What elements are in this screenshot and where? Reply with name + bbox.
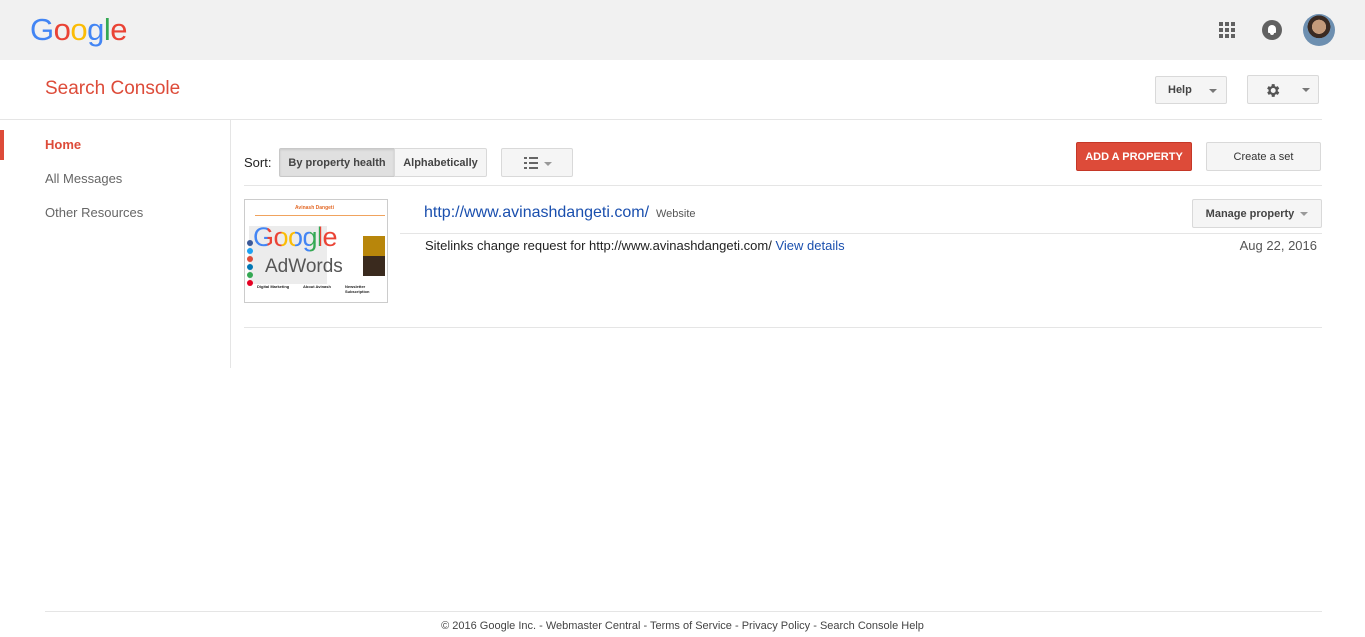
property-thumbnail[interactable]: Avinash Dangeti Google AdWords Digital M… bbox=[244, 199, 388, 303]
sidebar-item-home[interactable]: Home bbox=[45, 137, 81, 152]
notifications-bell-icon[interactable] bbox=[1262, 20, 1282, 40]
thumbnail-footer-item: Digital Marketing bbox=[257, 284, 290, 289]
thumbnail-google-text: Google bbox=[253, 222, 338, 252]
sidebar-item-all-messages[interactable]: All Messages bbox=[45, 171, 122, 186]
help-button[interactable]: Help bbox=[1155, 76, 1227, 104]
message-date: Aug 22, 2016 bbox=[1239, 238, 1317, 253]
logo-letter-g2: g bbox=[87, 12, 104, 47]
footer-copyright: © 2016 Google Inc. bbox=[441, 620, 537, 632]
thumbnail-footer-item: About Avinash bbox=[303, 284, 331, 289]
top-icons bbox=[1219, 14, 1335, 46]
toolbar-divider bbox=[244, 185, 1322, 186]
footer-link-help[interactable]: Search Console Help bbox=[820, 620, 924, 632]
active-indicator bbox=[0, 130, 4, 160]
sidebar-item-other-resources[interactable]: Other Resources bbox=[45, 205, 143, 220]
sort-label: Sort: bbox=[244, 155, 272, 170]
thumbnail-adwords-text: AdWords bbox=[265, 256, 343, 277]
chevron-down-icon bbox=[544, 162, 552, 166]
settings-button[interactable] bbox=[1247, 75, 1319, 104]
thumbnail-image-block-dark bbox=[363, 256, 385, 276]
footer-link-webmaster-central[interactable]: Webmaster Central bbox=[546, 620, 641, 632]
sort-by-health-button[interactable]: By property health bbox=[279, 148, 395, 177]
thumbnail-social-icons bbox=[247, 240, 254, 296]
thumbnail-footer-item: Newsletter Subscription bbox=[345, 284, 370, 294]
row-divider bbox=[400, 233, 1322, 234]
footer-separator: - bbox=[536, 620, 546, 632]
footer-divider bbox=[45, 611, 1322, 612]
google-logo[interactable]: Google bbox=[30, 12, 128, 48]
top-bar: Google bbox=[0, 0, 1365, 60]
apps-grid-icon[interactable] bbox=[1219, 22, 1235, 38]
thumbnail-header: Avinash Dangeti bbox=[255, 202, 385, 216]
chevron-down-icon bbox=[1209, 89, 1217, 93]
footer-separator: - bbox=[810, 620, 820, 632]
footer-link-privacy[interactable]: Privacy Policy bbox=[742, 620, 810, 632]
property-message: Sitelinks change request for http://www.… bbox=[425, 238, 845, 253]
add-property-button[interactable]: ADD A PROPERTY bbox=[1076, 142, 1192, 171]
chevron-down-icon bbox=[1300, 211, 1309, 216]
manage-property-label: Manage property bbox=[1205, 207, 1295, 220]
gear-icon bbox=[1267, 84, 1280, 97]
sidebar: Home All Messages Other Resources bbox=[0, 120, 231, 368]
logo-letter-e: e bbox=[110, 12, 128, 47]
logo-letter-o1: o bbox=[53, 12, 71, 47]
product-title[interactable]: Search Console bbox=[45, 78, 180, 100]
footer-link-terms[interactable]: Terms of Service bbox=[650, 620, 732, 632]
thumbnail-header-text: Avinash Dangeti bbox=[295, 205, 334, 211]
message-text: Sitelinks change request for http://www.… bbox=[425, 238, 772, 253]
list-view-icon bbox=[524, 157, 538, 169]
logo-letter-o2: o bbox=[70, 12, 88, 47]
create-set-button[interactable]: Create a set bbox=[1206, 142, 1321, 171]
logo-letter-g: G bbox=[30, 12, 54, 47]
list-divider bbox=[244, 327, 1322, 328]
footer: © 2016 Google Inc. - Webmaster Central -… bbox=[0, 620, 1365, 632]
help-button-label: Help bbox=[1168, 84, 1192, 96]
property-url-link[interactable]: http://www.avinashdangeti.com/ bbox=[424, 204, 649, 222]
sort-alphabetically-button[interactable]: Alphabetically bbox=[394, 148, 487, 177]
manage-property-button[interactable]: Manage property bbox=[1192, 199, 1322, 228]
property-type-label: Website bbox=[656, 208, 696, 220]
view-details-link[interactable]: View details bbox=[775, 238, 844, 253]
view-mode-dropdown[interactable] bbox=[501, 148, 573, 177]
footer-separator: - bbox=[640, 620, 650, 632]
footer-separator: - bbox=[731, 620, 742, 632]
chevron-down-icon bbox=[1302, 88, 1310, 92]
account-avatar[interactable] bbox=[1303, 14, 1335, 46]
